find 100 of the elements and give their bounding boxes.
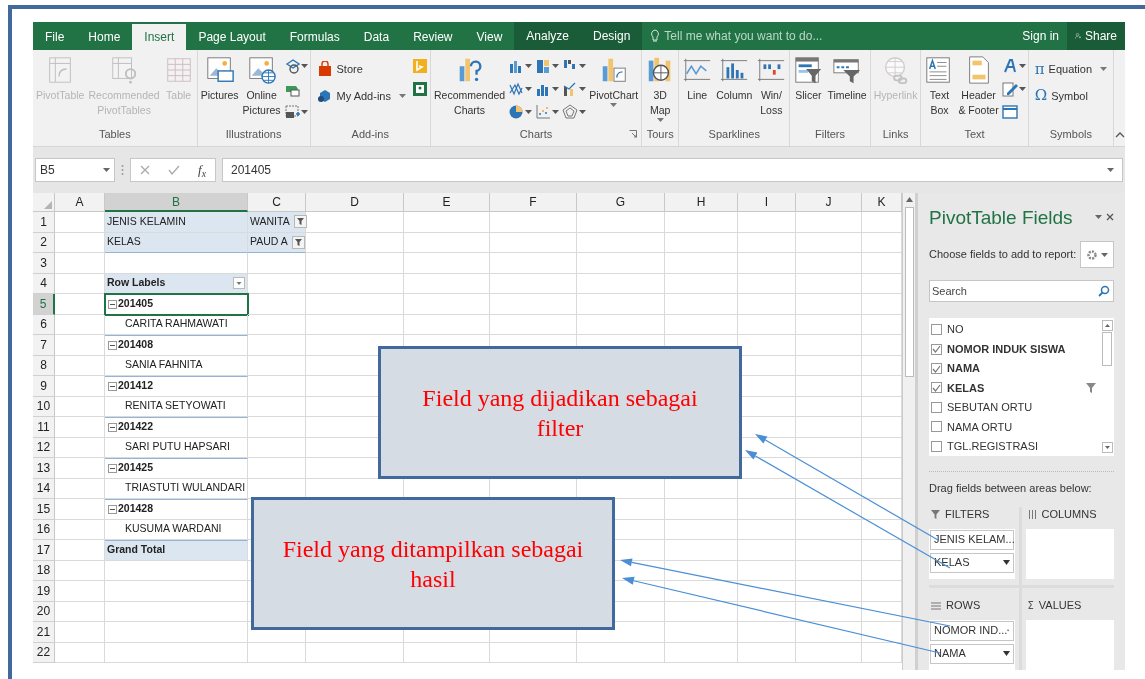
ribbon-tab[interactable]: Analyze: [514, 22, 581, 50]
shapes-icon[interactable]: [283, 58, 300, 74]
row-header[interactable]: 6: [33, 314, 55, 335]
filter-button[interactable]: [291, 235, 305, 249]
pane-options-icon[interactable]: [1095, 215, 1102, 219]
ribbon-button[interactable]: Ω Symbol: [1034, 87, 1107, 104]
row-header[interactable]: 14: [33, 478, 55, 499]
row-header[interactable]: 8: [33, 355, 55, 376]
scroll-up-icon[interactable]: [1101, 320, 1113, 331]
sign-in-link[interactable]: Sign in: [1014, 22, 1067, 50]
checkbox[interactable]: [931, 382, 942, 394]
ribbon-tab[interactable]: Home: [76, 24, 133, 50]
ribbon-button[interactable]: Pictures: [199, 55, 240, 103]
checkbox[interactable]: [931, 343, 942, 355]
name-box[interactable]: B5: [35, 158, 115, 182]
ribbon-button[interactable]: Store: [316, 61, 406, 78]
row-header[interactable]: 21: [33, 622, 55, 643]
checkbox[interactable]: [931, 401, 942, 413]
ribbon-button[interactable]: PivotChart: [588, 55, 640, 107]
ribbon-button[interactable]: 3D Map: [644, 55, 677, 122]
row-header[interactable]: 12: [33, 437, 55, 458]
field-label[interactable]: NAMA: [947, 360, 1096, 377]
row-header[interactable]: 4: [33, 273, 55, 294]
area-field-button[interactable]: JENIS KELAM...: [930, 529, 1014, 550]
pen-page-icon[interactable]: [1001, 81, 1018, 97]
chart-tile-icon[interactable]: [411, 81, 428, 97]
column-header[interactable]: H: [665, 193, 738, 212]
column-header[interactable]: K: [862, 193, 902, 212]
ribbon-button[interactable]: My Add-ins: [316, 87, 406, 104]
close-icon[interactable]: [1106, 213, 1114, 221]
share-button[interactable]: Share: [1067, 22, 1125, 50]
row-header[interactable]: 5: [33, 294, 55, 315]
row-header[interactable]: 16: [33, 519, 55, 540]
collapse-icon[interactable]: [108, 463, 117, 473]
checkbox[interactable]: [931, 421, 942, 433]
filter-button[interactable]: [293, 215, 307, 229]
wordart-icon[interactable]: [1001, 58, 1018, 74]
vertical-scrollbar[interactable]: [902, 193, 915, 670]
field-label[interactable]: NOMOR INDUK SISWA: [947, 340, 1096, 358]
row-header[interactable]: 22: [33, 642, 55, 663]
column-header[interactable]: C: [248, 193, 306, 212]
row-header[interactable]: 19: [33, 581, 55, 602]
collapse-icon[interactable]: [108, 381, 117, 391]
ribbon-tab[interactable]: Page Layout: [186, 24, 278, 50]
ribbon-tab[interactable]: Data: [351, 24, 402, 50]
dropdown-button[interactable]: [233, 277, 245, 290]
row-header[interactable]: 3: [33, 253, 55, 274]
dialog-launcher-icon[interactable]: [629, 129, 638, 138]
ribbon-tab[interactable]: Review: [401, 24, 465, 50]
column-header[interactable]: E: [404, 193, 490, 212]
tools-button[interactable]: [1080, 241, 1114, 268]
field-label[interactable]: NAMA ORTU: [947, 418, 1096, 436]
collapse-icon[interactable]: [108, 340, 117, 350]
ribbon-button[interactable]: Line: [681, 55, 714, 103]
enter-icon[interactable]: [168, 165, 180, 175]
column-header[interactable]: I: [738, 193, 796, 212]
cancel-icon[interactable]: [140, 165, 150, 175]
ribbon-tab[interactable]: Design: [581, 22, 643, 50]
checkbox[interactable]: [931, 363, 942, 375]
field-label[interactable]: KELAS: [947, 379, 1081, 397]
field-label[interactable]: NO: [947, 321, 1096, 338]
column-header[interactable]: B: [105, 193, 248, 212]
field-label[interactable]: TGL.REGISTRASI: [947, 438, 1096, 455]
search-icon[interactable]: [1098, 285, 1110, 297]
screenshot-icon[interactable]: [283, 104, 300, 120]
collapse-icon[interactable]: [108, 422, 117, 432]
row-header[interactable]: 18: [33, 560, 55, 581]
radar-chart-icon[interactable]: [562, 104, 579, 120]
scroll-thumb[interactable]: [1102, 332, 1112, 366]
ribbon-button[interactable]: Column: [715, 55, 754, 103]
field-label[interactable]: SEBUTAN ORTU: [947, 399, 1096, 416]
pie-chart-icon[interactable]: [508, 104, 525, 120]
column-header[interactable]: D: [306, 193, 404, 212]
ribbon-button[interactable]: Timeline: [826, 55, 868, 103]
ribbon-tab[interactable]: Insert: [132, 24, 187, 50]
collapse-ribbon-icon[interactable]: [1114, 132, 1125, 138]
row-header[interactable]: 2: [33, 232, 55, 253]
ribbon-tab[interactable]: View: [464, 24, 515, 50]
list-scrollbar[interactable]: [1102, 320, 1114, 456]
checkbox[interactable]: [931, 324, 942, 336]
ribbon-button[interactable]: Online Pictures: [241, 55, 282, 118]
row-header[interactable]: 13: [33, 458, 55, 479]
search-field[interactable]: Search: [929, 280, 1114, 302]
row-header[interactable]: 15: [33, 499, 55, 520]
scroll-down-icon[interactable]: [1101, 442, 1113, 453]
collapse-icon[interactable]: [108, 504, 117, 514]
scatter-chart-icon[interactable]: [535, 104, 552, 120]
column-header[interactable]: A: [55, 193, 105, 212]
ribbon-button[interactable]: Recommended Charts: [432, 55, 507, 118]
scroll-thumb[interactable]: [904, 207, 914, 377]
ribbon-button[interactable]: π Equation: [1034, 61, 1107, 78]
area-field-button[interactable]: NOMOR IND...: [930, 620, 1014, 641]
area-field-button[interactable]: NAMA: [930, 643, 1014, 664]
drop-area[interactable]: NOMOR IND... NAMA: [929, 619, 1015, 670]
row-header[interactable]: 20: [33, 601, 55, 622]
line-chart-icon[interactable]: [508, 81, 525, 97]
ribbon-button[interactable]: Text Box: [923, 55, 956, 118]
ribbon-tab[interactable]: File: [33, 24, 77, 50]
ribbon-tab[interactable]: Formulas: [277, 24, 352, 50]
formula-input[interactable]: 201405: [222, 158, 1123, 182]
